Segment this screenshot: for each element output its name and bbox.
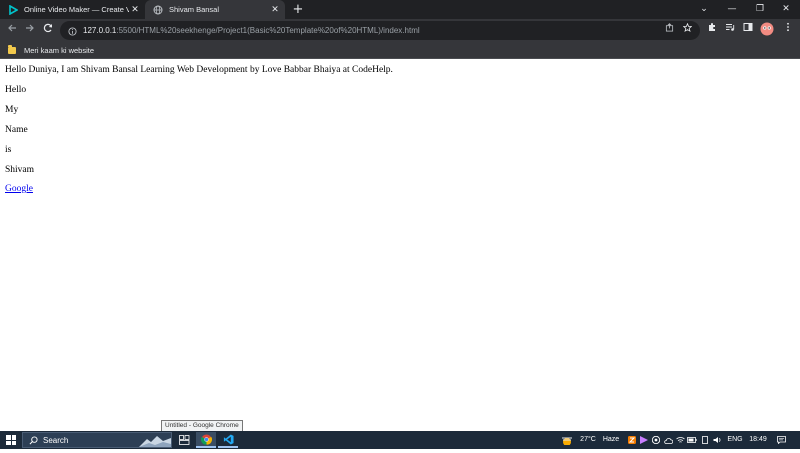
- search-highlight-image: [139, 436, 171, 447]
- browser-toolbar: 127.0.0.1:5500/HTML%20seekhenge/Project1…: [0, 19, 800, 42]
- paragraph-shivam: Shivam: [5, 165, 35, 175]
- media-queue-icon[interactable]: [722, 22, 738, 38]
- maximize-button[interactable]: ❐: [746, 0, 774, 19]
- forward-icon[interactable]: [22, 22, 38, 38]
- back-icon[interactable]: [4, 22, 20, 38]
- paragraph-hello: Hello: [5, 85, 27, 95]
- close-window-button[interactable]: ✕: [772, 0, 800, 19]
- bookmark-star-icon[interactable]: [680, 21, 694, 40]
- folder-icon: [8, 44, 16, 54]
- orange-app-icon[interactable]: [627, 431, 637, 449]
- bookmark-folder[interactable]: Meri kaam ki website: [8, 44, 94, 56]
- browser-titlebar: Online Video Maker — Create Vi ✕ Shivam …: [0, 0, 800, 19]
- task-view-icon[interactable]: [174, 432, 194, 448]
- language-indicator[interactable]: ENG: [726, 431, 744, 449]
- paragraph-is: is: [5, 145, 12, 155]
- clock-time[interactable]: 18:49: [748, 431, 768, 449]
- minimize-button[interactable]: —: [718, 0, 746, 19]
- usb-icon[interactable]: [700, 431, 710, 449]
- address-bar[interactable]: 127.0.0.1:5500/HTML%20seekhenge/Project1…: [60, 21, 700, 40]
- search-icon: [29, 435, 38, 444]
- page-content: Hello Duniya, I am Shivam Bansal Learnin…: [0, 59, 800, 431]
- vscode-taskbar-icon[interactable]: [218, 432, 238, 448]
- paragraph-name: Name: [5, 125, 28, 135]
- tab-video-maker[interactable]: Online Video Maker — Create Vi ✕: [0, 0, 145, 19]
- chrome-tray-icon[interactable]: [651, 431, 661, 449]
- side-panel-icon[interactable]: [740, 22, 756, 38]
- close-tab-icon[interactable]: ✕: [269, 4, 281, 15]
- share-icon[interactable]: [662, 21, 676, 40]
- search-label: Search: [43, 435, 69, 445]
- volume-icon[interactable]: [712, 431, 722, 449]
- extensions-icon[interactable]: [704, 22, 720, 38]
- tab-label: Online Video Maker — Create Vi: [24, 5, 129, 14]
- paragraph-my: My: [5, 105, 19, 115]
- temperature: 27°C: [580, 436, 596, 443]
- windows-taskbar: Search 27°C Haze ENG 18:49: [0, 431, 800, 449]
- reload-icon[interactable]: [40, 22, 56, 38]
- bookmarks-bar: Meri kaam ki website: [0, 42, 800, 59]
- info-icon[interactable]: [68, 21, 77, 40]
- bookmark-label: Meri kaam ki website: [24, 45, 95, 55]
- tab-shivam-bansal[interactable]: Shivam Bansal ✕: [145, 0, 285, 19]
- cloud-icon[interactable]: [663, 431, 673, 449]
- google-link[interactable]: Google: [5, 184, 33, 194]
- weather-icon[interactable]: [560, 431, 574, 449]
- weather-condition: Haze: [602, 436, 620, 443]
- url-host: 127.0.0.1: [83, 26, 117, 35]
- battery-icon[interactable]: [687, 431, 697, 449]
- globe-icon: [153, 5, 163, 15]
- intro-paragraph: Hello Duniya, I am Shivam Bansal Learnin…: [5, 65, 393, 75]
- video-maker-icon: [8, 4, 18, 15]
- chrome-taskbar-icon[interactable]: [196, 432, 216, 448]
- tab-search-icon[interactable]: ⌄: [690, 0, 718, 19]
- tab-label: Shivam Bansal: [169, 5, 220, 14]
- menu-kebab-icon[interactable]: [780, 22, 796, 38]
- new-tab-button[interactable]: +: [290, 2, 306, 17]
- address-url: 127.0.0.1:5500/HTML%20seekhenge/Project1…: [83, 26, 420, 35]
- taskbar-search[interactable]: Search: [22, 432, 172, 448]
- app-tray-icon[interactable]: [639, 431, 649, 449]
- wifi-icon[interactable]: [675, 431, 685, 449]
- windows-start-icon[interactable]: [6, 435, 16, 445]
- profile-avatar[interactable]: [759, 22, 775, 38]
- url-path: :5500/HTML%20seekhenge/Project1(Basic%20…: [116, 26, 420, 35]
- close-tab-icon[interactable]: ✕: [129, 4, 141, 15]
- notifications-icon[interactable]: [774, 431, 788, 449]
